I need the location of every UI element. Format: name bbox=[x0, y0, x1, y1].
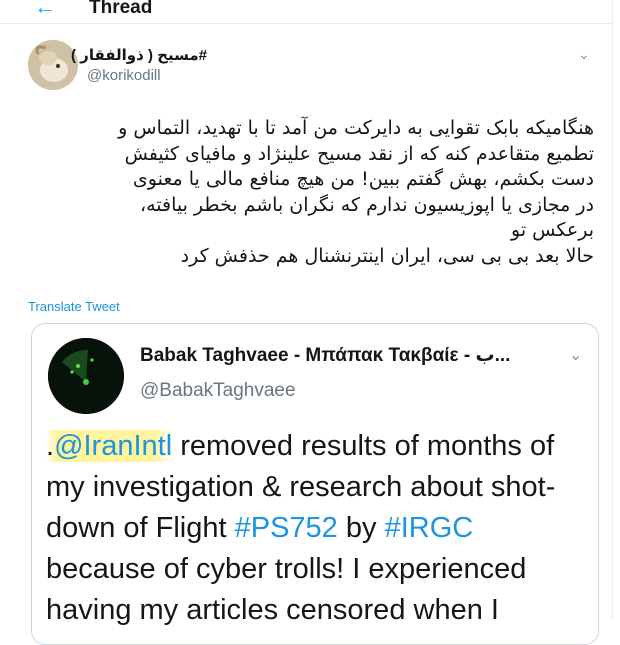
highlight-marker: .@IranIntl bbox=[46, 430, 173, 462]
chevron-down-icon[interactable]: ⌄ bbox=[569, 345, 582, 365]
thread-header: ← Thread bbox=[0, 0, 612, 22]
quoted-author-handle[interactable]: @BabakTaghvaee bbox=[140, 380, 296, 402]
text-segment: by bbox=[337, 512, 385, 544]
avatar[interactable] bbox=[48, 338, 124, 414]
page-title: Thread bbox=[89, 0, 153, 18]
hashtag-link[interactable]: #IRGC bbox=[385, 512, 474, 544]
quoted-author-name[interactable]: Babak Taghvaee - Μπάπακ Τακβαίε - ب... bbox=[140, 344, 510, 367]
translate-tweet-link[interactable]: Translate Tweet bbox=[28, 299, 120, 314]
back-arrow-icon[interactable]: ← bbox=[34, 0, 56, 18]
tweet-line: حالا بعد بی بی سی، ایران اینترنشنال هم ح… bbox=[180, 244, 594, 267]
tweet-line: تطمیع متقاعدم کنه که از نقد مسیح علینژاد… bbox=[124, 142, 594, 165]
text-prefix: . bbox=[46, 430, 55, 462]
quoted-tweet-card[interactable]: Babak Taghvaee - Μπάπακ Τακβαίε - ب... @… bbox=[31, 323, 599, 645]
author-name[interactable]: #مسیح ( ذوالفقار ) bbox=[71, 46, 207, 64]
tweet-line: دست بکشم، بهش گفتم ببین! من هیچ منافع ما… bbox=[132, 168, 594, 190]
tweet-line: برعکس تو bbox=[511, 219, 594, 241]
tweet-line: در مجازی یا اپوزیسیون ندارم که نگران باش… bbox=[139, 193, 594, 216]
author-handle[interactable]: @korikodill bbox=[87, 67, 161, 84]
radar-avatar-icon bbox=[48, 338, 124, 414]
thread-view: ← Thread #مسیح ( ذوالفقار ) @korikodill … bbox=[0, 0, 613, 645]
mention-link[interactable]: @IranIntl bbox=[54, 430, 172, 462]
chevron-down-icon[interactable]: ⌄ bbox=[578, 46, 590, 63]
tweet-line: هنگامیکه بابک تقوایی به دایرکت من آمد تا… bbox=[118, 117, 594, 139]
quoted-tweet-text: .@IranIntl removed results of months of … bbox=[46, 426, 586, 631]
tweet-text: هنگامیکه بابک تقوایی به دایرکت من آمد تا… bbox=[9, 116, 594, 269]
hashtag-link[interactable]: #PS752 bbox=[235, 512, 338, 544]
header-divider bbox=[0, 23, 612, 24]
text-segment: because of cyber trolls! I experienced h… bbox=[46, 553, 527, 626]
